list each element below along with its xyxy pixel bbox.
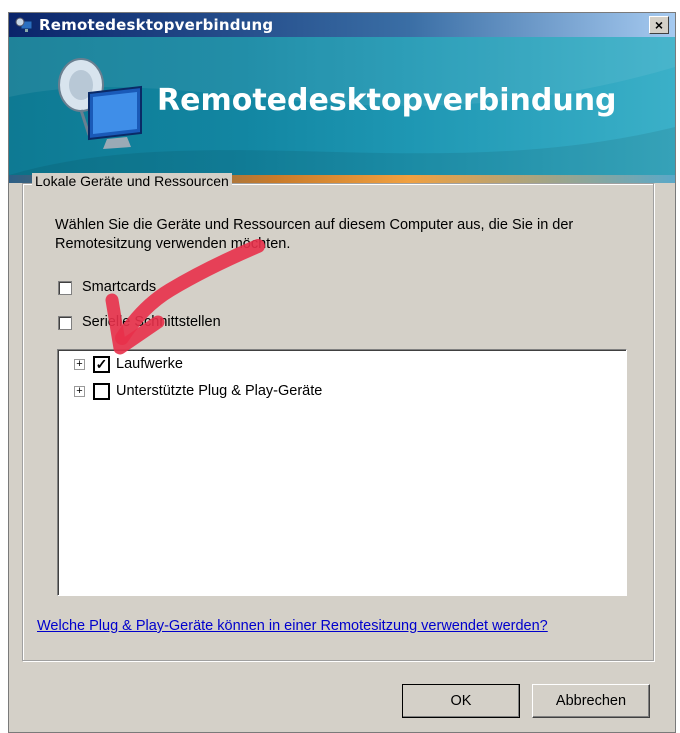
device-tree[interactable]: + ✓ Laufwerke + Unterstützte Plug & Play…	[57, 349, 627, 596]
group-description: Wählen Sie die Geräte und Ressourcen auf…	[55, 217, 574, 252]
title-bar[interactable]: Remotedesktopverbindung ×	[9, 13, 675, 37]
pnp-help-link[interactable]: Welche Plug & Play-Geräte können in eine…	[37, 618, 548, 634]
group-label: Lokale Geräte und Ressourcen	[32, 173, 232, 189]
window-title: Remotedesktopverbindung	[39, 16, 274, 34]
remote-desktop-icon	[15, 17, 33, 32]
smartcards-checkbox[interactable]	[58, 281, 72, 295]
plus-box-icon[interactable]: +	[74, 386, 85, 397]
ok-button[interactable]: OK	[402, 684, 520, 718]
serial-ports-checkbox[interactable]	[58, 316, 72, 330]
cancel-button-label: Abbrechen	[555, 693, 627, 709]
remote-desktop-monitor-icon	[58, 58, 142, 149]
banner-title: Remotedesktopverbindung	[157, 83, 617, 118]
drives-label: Laufwerke	[116, 356, 183, 372]
cancel-button[interactable]: Abbrechen	[532, 684, 650, 718]
serial-ports-label: Serielle Schnittstellen	[82, 314, 221, 330]
smartcards-label: Smartcards	[82, 279, 157, 295]
header-banner: Remotedesktopverbindung	[9, 37, 675, 175]
drives-checkbox[interactable]: ✓	[93, 356, 110, 373]
close-button[interactable]: ×	[649, 16, 669, 34]
plus-box-icon[interactable]: +	[74, 359, 85, 370]
ok-button-label: OK	[450, 693, 472, 709]
pnp-devices-label: Unterstützte Plug & Play-Geräte	[116, 383, 323, 399]
close-icon: ×	[654, 17, 664, 33]
pnp-devices-checkbox[interactable]	[93, 383, 110, 400]
